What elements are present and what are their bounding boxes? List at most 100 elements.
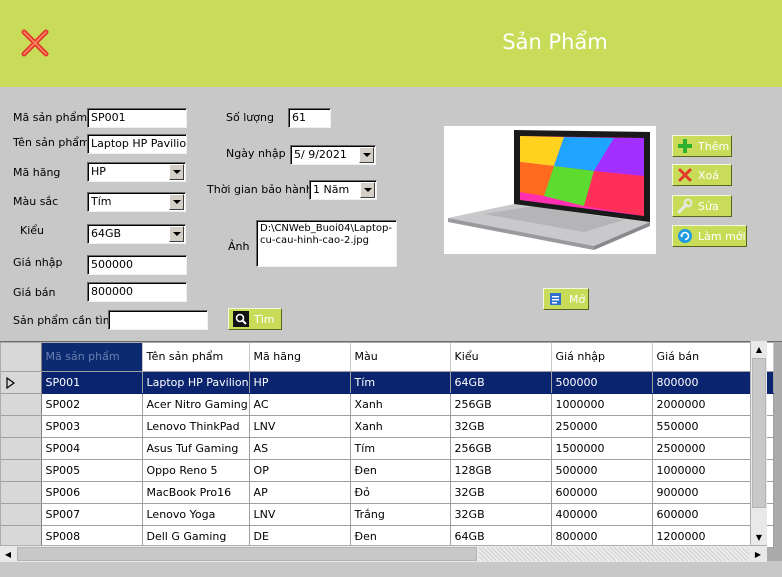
table-row[interactable]: SP007 Lenovo Yoga LNV Trắng 32GB 400000 600000… [1, 503, 774, 526]
table-cell[interactable]: 600000 [551, 481, 653, 504]
thoi-gian-bao-hanh-select[interactable]: 1 Năm [309, 180, 377, 200]
table-row[interactable]: SP002 Acer Nitro Gaming AC Xanh 256GB 1000000… [1, 393, 774, 416]
search-button[interactable]: Tìm [228, 308, 282, 330]
horizontal-scroll-thumb[interactable] [17, 547, 477, 561]
table-cell[interactable]: 1500000 [551, 437, 653, 460]
lam-moi-button[interactable]: Làm mới [672, 225, 747, 247]
chevron-down-icon[interactable] [169, 164, 184, 180]
anh-path-textbox[interactable]: D:\CNWeb_Buoi04\Laptop-cu-cau-hinh-cao-2… [256, 220, 397, 267]
table-cell[interactable]: LNV [249, 503, 351, 526]
table-cell[interactable]: 500000 [551, 371, 653, 394]
table-cell[interactable]: SP005 [41, 459, 143, 482]
scroll-left-icon[interactable]: ◀ [0, 546, 16, 562]
scroll-right-icon[interactable]: ▶ [750, 546, 766, 562]
gia-ban-input[interactable]: 800000 [87, 282, 187, 302]
table-cell[interactable]: AS [249, 437, 351, 460]
table-cell[interactable]: HP [249, 371, 351, 394]
table-cell[interactable]: 550000 [652, 415, 754, 438]
column-header[interactable]: Tên sản phẩm [142, 343, 250, 372]
table-row[interactable]: SP004 Asus Tuf Gaming AS Tím 256GB 1500000 250… [1, 437, 774, 460]
them-button[interactable]: Thêm [672, 135, 732, 157]
table-cell[interactable]: AC [249, 393, 351, 416]
sua-button[interactable]: Sửa [672, 195, 732, 217]
vertical-scrollbar[interactable]: ▲ ▼ [750, 341, 767, 561]
row-header[interactable] [1, 481, 42, 504]
table-cell[interactable]: 32GB [450, 481, 552, 504]
table-cell[interactable]: Đỏ [350, 481, 451, 504]
table-cell[interactable]: Tím [350, 437, 451, 460]
table-cell[interactable]: Trắng [350, 503, 451, 526]
column-header[interactable]: Màu [350, 343, 451, 372]
row-header[interactable] [1, 459, 42, 482]
row-header[interactable] [1, 371, 42, 394]
chevron-down-icon[interactable] [169, 194, 184, 210]
table-cell[interactable]: 32GB [450, 503, 552, 526]
table-cell[interactable]: SP006 [41, 481, 143, 504]
row-header[interactable] [1, 525, 42, 548]
table-cell[interactable]: LNV [249, 415, 351, 438]
table-cell[interactable]: Asus Tuf Gaming [142, 437, 250, 460]
table-cell[interactable]: Tím [350, 371, 451, 394]
table-row[interactable]: SP001 Laptop HP Pavilion HP Tím 64GB 500000 80… [1, 371, 774, 394]
table-cell[interactable]: Lenovo ThinkPad [142, 415, 250, 438]
mau-sac-select[interactable]: Tím [87, 192, 186, 212]
horizontal-scrollbar[interactable]: ◀ ▶ [0, 545, 767, 562]
table-cell[interactable]: 128GB [450, 459, 552, 482]
horizontal-scroll-track[interactable] [479, 547, 749, 561]
table-cell[interactable]: 1200000 [652, 525, 754, 548]
table-cell[interactable]: SP004 [41, 437, 143, 460]
column-header[interactable]: Mã sản phẩm [41, 343, 143, 372]
table-cell[interactable]: 400000 [551, 503, 653, 526]
table-row[interactable]: SP003 Lenovo ThinkPad LNV Xanh 32GB 250000 550… [1, 415, 774, 438]
scroll-down-icon[interactable]: ▼ [751, 529, 767, 545]
scroll-up-icon[interactable]: ▲ [751, 341, 767, 357]
table-cell[interactable]: SP007 [41, 503, 143, 526]
row-header[interactable] [1, 393, 42, 416]
table-cell[interactable]: 1000000 [551, 393, 653, 416]
table-cell[interactable]: Đen [350, 459, 451, 482]
column-header[interactable]: Mã hãng [249, 343, 351, 372]
table-cell[interactable]: Lenovo Yoga [142, 503, 250, 526]
kieu-select[interactable]: 64GB [87, 224, 186, 244]
chevron-down-icon[interactable] [359, 147, 374, 163]
table-cell[interactable]: DE [249, 525, 351, 548]
table-cell[interactable]: Oppo Reno 5 [142, 459, 250, 482]
table-cell[interactable]: 1000000 [652, 459, 754, 482]
table-cell[interactable]: 64GB [450, 525, 552, 548]
mo-button[interactable]: Mở [543, 288, 589, 310]
ma-san-pham-input[interactable]: SP001 [87, 108, 187, 128]
table-cell[interactable]: MacBook Pro16 [142, 481, 250, 504]
row-header[interactable] [1, 437, 42, 460]
table-cell[interactable]: Xanh [350, 393, 451, 416]
table-cell[interactable]: SP001 [41, 371, 143, 394]
vertical-scroll-thumb[interactable] [752, 358, 766, 508]
product-grid[interactable]: Mã sản phẩm Tên sản phẩm Mã hãng Màu Kiểu Giá… [0, 341, 782, 561]
table-cell[interactable]: SP003 [41, 415, 143, 438]
column-header[interactable]: Kiểu [450, 343, 552, 372]
table-cell[interactable]: SP008 [41, 525, 143, 548]
table-cell[interactable]: Laptop HP Pavilion [142, 371, 250, 394]
table-row[interactable]: SP008 Dell G Gaming DE Đen 64GB 800000 1200000… [1, 525, 774, 548]
column-header[interactable]: Giá nhập [551, 343, 653, 372]
chevron-down-icon[interactable] [169, 226, 184, 242]
table-cell[interactable]: Đen [350, 525, 451, 548]
table-cell[interactable]: Acer Nitro Gaming [142, 393, 250, 416]
table-cell[interactable]: 900000 [652, 481, 754, 504]
ngay-nhap-picker[interactable]: 5/ 9/2021 [290, 145, 376, 165]
table-cell[interactable]: Dell G Gaming [142, 525, 250, 548]
close-icon[interactable] [20, 28, 50, 58]
table-cell[interactable]: OP [249, 459, 351, 482]
so-luong-input[interactable]: 61 [288, 108, 331, 128]
table-cell[interactable]: 250000 [551, 415, 653, 438]
table-cell[interactable]: 32GB [450, 415, 552, 438]
chevron-down-icon[interactable] [360, 182, 375, 198]
ma-hang-select[interactable]: HP [87, 162, 186, 182]
table-cell[interactable]: 2000000 [652, 393, 754, 416]
xoa-button[interactable]: Xoá [672, 164, 732, 186]
table-cell[interactable]: SP002 [41, 393, 143, 416]
table-row[interactable]: SP005Oppo Reno 5OPĐen128GB50000010000009 [1, 459, 774, 482]
search-input[interactable] [108, 310, 208, 330]
table-cell[interactable]: 2500000 [652, 437, 754, 460]
table-cell[interactable]: 800000 [652, 371, 754, 394]
row-header[interactable] [1, 503, 42, 526]
